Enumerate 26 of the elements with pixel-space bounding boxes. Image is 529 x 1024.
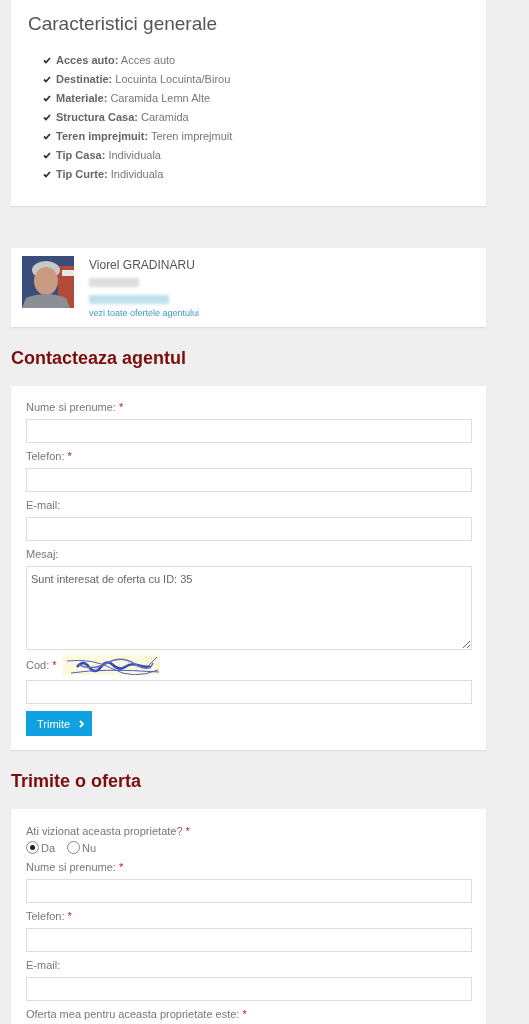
feature-text: Acces auto: Acces auto <box>56 53 176 68</box>
radio-option[interactable]: Nu <box>67 841 97 854</box>
field-label: Telefon: * <box>26 450 73 463</box>
feature-text: Destinatie: Locuinta Locuinta/Birou <box>56 72 231 87</box>
feature-text: Materiale: Caramida Lemn Alte <box>56 91 211 106</box>
field-label: Mesaj: <box>26 548 60 561</box>
field-label: E-mail: <box>26 499 62 512</box>
agent-name: Viorel GRADINARU <box>89 258 196 272</box>
feature-text: Structura Casa: Caramida <box>56 110 189 125</box>
feature-text: Tip Curte: Individuala <box>56 167 164 182</box>
field-label: Ati vizionat aceasta proprietate? * <box>26 825 191 838</box>
feature-text: Teren imprejmuit: Teren imprejmuit <box>56 129 233 144</box>
section-heading: Trimite o oferta <box>11 770 143 792</box>
field-label: Oferta mea pentru aceasta proprietate este: * <box>26 1008 248 1021</box>
section-heading: Contacteaza agentul <box>11 347 188 369</box>
agent-offers-link[interactable]: vezi toate ofertele agentului <box>89 307 200 319</box>
field-label: Nume si prenume: * <box>26 401 125 414</box>
field-label: Telefon: * <box>26 910 73 923</box>
section-title: Caracteristici generale <box>28 12 219 36</box>
submit-button[interactable]: Trimite <box>26 711 93 736</box>
feature-text: Tip Casa: Individuala <box>56 148 161 163</box>
field-label: Nume si prenume: * <box>26 861 125 874</box>
field-label: E-mail: <box>26 959 62 972</box>
field-label: Cod: * <box>26 658 57 672</box>
message-field[interactable]: Sunt interesat de oferta cu ID: 35 <box>26 566 472 650</box>
radio-option[interactable]: Da <box>26 841 56 854</box>
